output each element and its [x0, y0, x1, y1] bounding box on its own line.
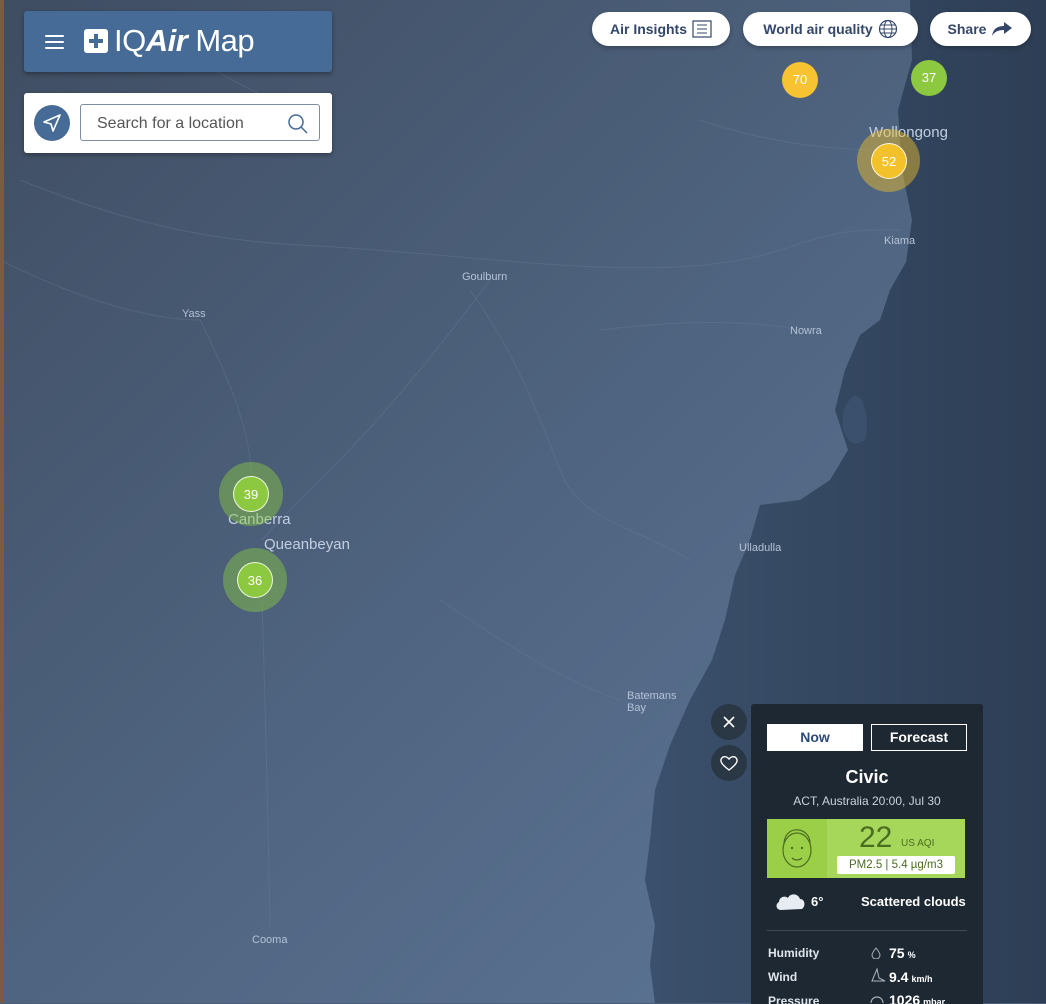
cloud-icon — [776, 894, 805, 910]
pressure-number: 1026 — [889, 992, 921, 1004]
iqair-logo-icon — [84, 29, 108, 53]
aqi-cluster-marker[interactable]: 36 — [223, 548, 287, 612]
pressure-value: 1026 mbar — [889, 992, 945, 1004]
brand-header: IQAir Map — [24, 11, 332, 72]
share-button[interactable]: Share — [930, 12, 1031, 46]
wind-label: Wind — [768, 970, 798, 984]
tab-forecast[interactable]: Forecast — [871, 724, 967, 751]
aqi-unit: US AQI — [901, 838, 935, 849]
temperature: 6° — [811, 894, 824, 909]
place-label-nowra: Nowra — [790, 325, 822, 337]
wind-unit: km/h — [911, 974, 933, 984]
aqi-summary: 22 US AQI PM2.5 | 5.4 µg/m3 — [767, 819, 965, 878]
water-drop-icon — [871, 947, 881, 959]
menu-icon[interactable] — [45, 35, 64, 49]
brand-logo-text[interactable]: IQAir Map — [114, 23, 255, 59]
place-label-cooma: Cooma — [252, 934, 288, 946]
close-popup-button[interactable] — [711, 704, 747, 740]
share-label: Share — [947, 21, 987, 37]
air-insights-button[interactable]: Air Insights — [592, 12, 730, 46]
aqi-cluster-marker[interactable]: 52 — [857, 129, 920, 192]
station-popup: Now Forecast Civic ACT, Australia 20:00,… — [751, 704, 983, 1004]
brand-iq: IQ — [114, 23, 146, 58]
map-edge — [0, 0, 4, 1003]
wind-direction-icon — [871, 967, 886, 982]
place-label-batemans-bay: Batemans Bay — [627, 690, 677, 714]
station-subtitle: ACT, Australia 20:00, Jul 30 — [793, 794, 941, 808]
place-label-kiama: Kiama — [884, 235, 916, 247]
aqi-marker[interactable]: 37 — [911, 60, 947, 96]
air-insights-label: Air Insights — [609, 21, 687, 37]
weather-description: Scattered clouds — [861, 894, 966, 909]
smiley-face-icon — [782, 829, 812, 868]
share-arrow-icon — [992, 22, 1013, 36]
station-city[interactable]: Civic — [751, 767, 983, 788]
world-air-quality-button[interactable]: World air quality — [743, 12, 918, 46]
navigation-arrow-icon — [43, 114, 61, 132]
aqi-marker[interactable]: 70 — [782, 62, 818, 98]
search-input[interactable] — [81, 105, 299, 142]
place-label-goulburn: Goulburn — [462, 271, 508, 283]
aqi-cluster-marker[interactable]: 39 — [219, 462, 283, 526]
place-label-yass: Yass — [182, 308, 206, 320]
main-pollutant: PM2.5 | 5.4 µg/m3 — [837, 856, 955, 874]
brand-map: Map — [195, 23, 255, 58]
wind-number: 9.4 — [889, 969, 909, 985]
wind-value: 9.4 km/h — [889, 969, 932, 985]
place-label-queanbeyan: Queanbeyan — [264, 536, 350, 553]
humidity-number: 75 — [889, 945, 905, 961]
search-panel — [24, 93, 332, 153]
place-label-ulladulla: Ulladulla — [739, 542, 782, 554]
search-box — [80, 104, 320, 142]
close-icon — [723, 716, 735, 728]
aqi-cluster-value: 52 — [871, 143, 907, 179]
humidity-unit: % — [907, 950, 916, 960]
favorite-button[interactable] — [711, 745, 747, 781]
face-icon-container — [767, 819, 827, 878]
humidity-value: 75% — [889, 945, 916, 961]
aqi-value: 22 — [859, 821, 893, 854]
globe-icon — [878, 19, 897, 39]
divider — [767, 930, 967, 931]
search-icon[interactable] — [287, 113, 309, 135]
locate-me-button[interactable] — [34, 105, 70, 141]
heart-icon — [720, 755, 738, 771]
aqi-cluster-value: 39 — [233, 476, 269, 512]
humidity-label: Humidity — [768, 946, 820, 960]
aqi-cluster-value: 36 — [237, 562, 273, 598]
tab-now[interactable]: Now — [767, 724, 863, 751]
list-document-icon — [692, 20, 712, 38]
world-air-quality-label: World air quality — [763, 21, 873, 37]
brand-air: Air — [145, 23, 188, 58]
